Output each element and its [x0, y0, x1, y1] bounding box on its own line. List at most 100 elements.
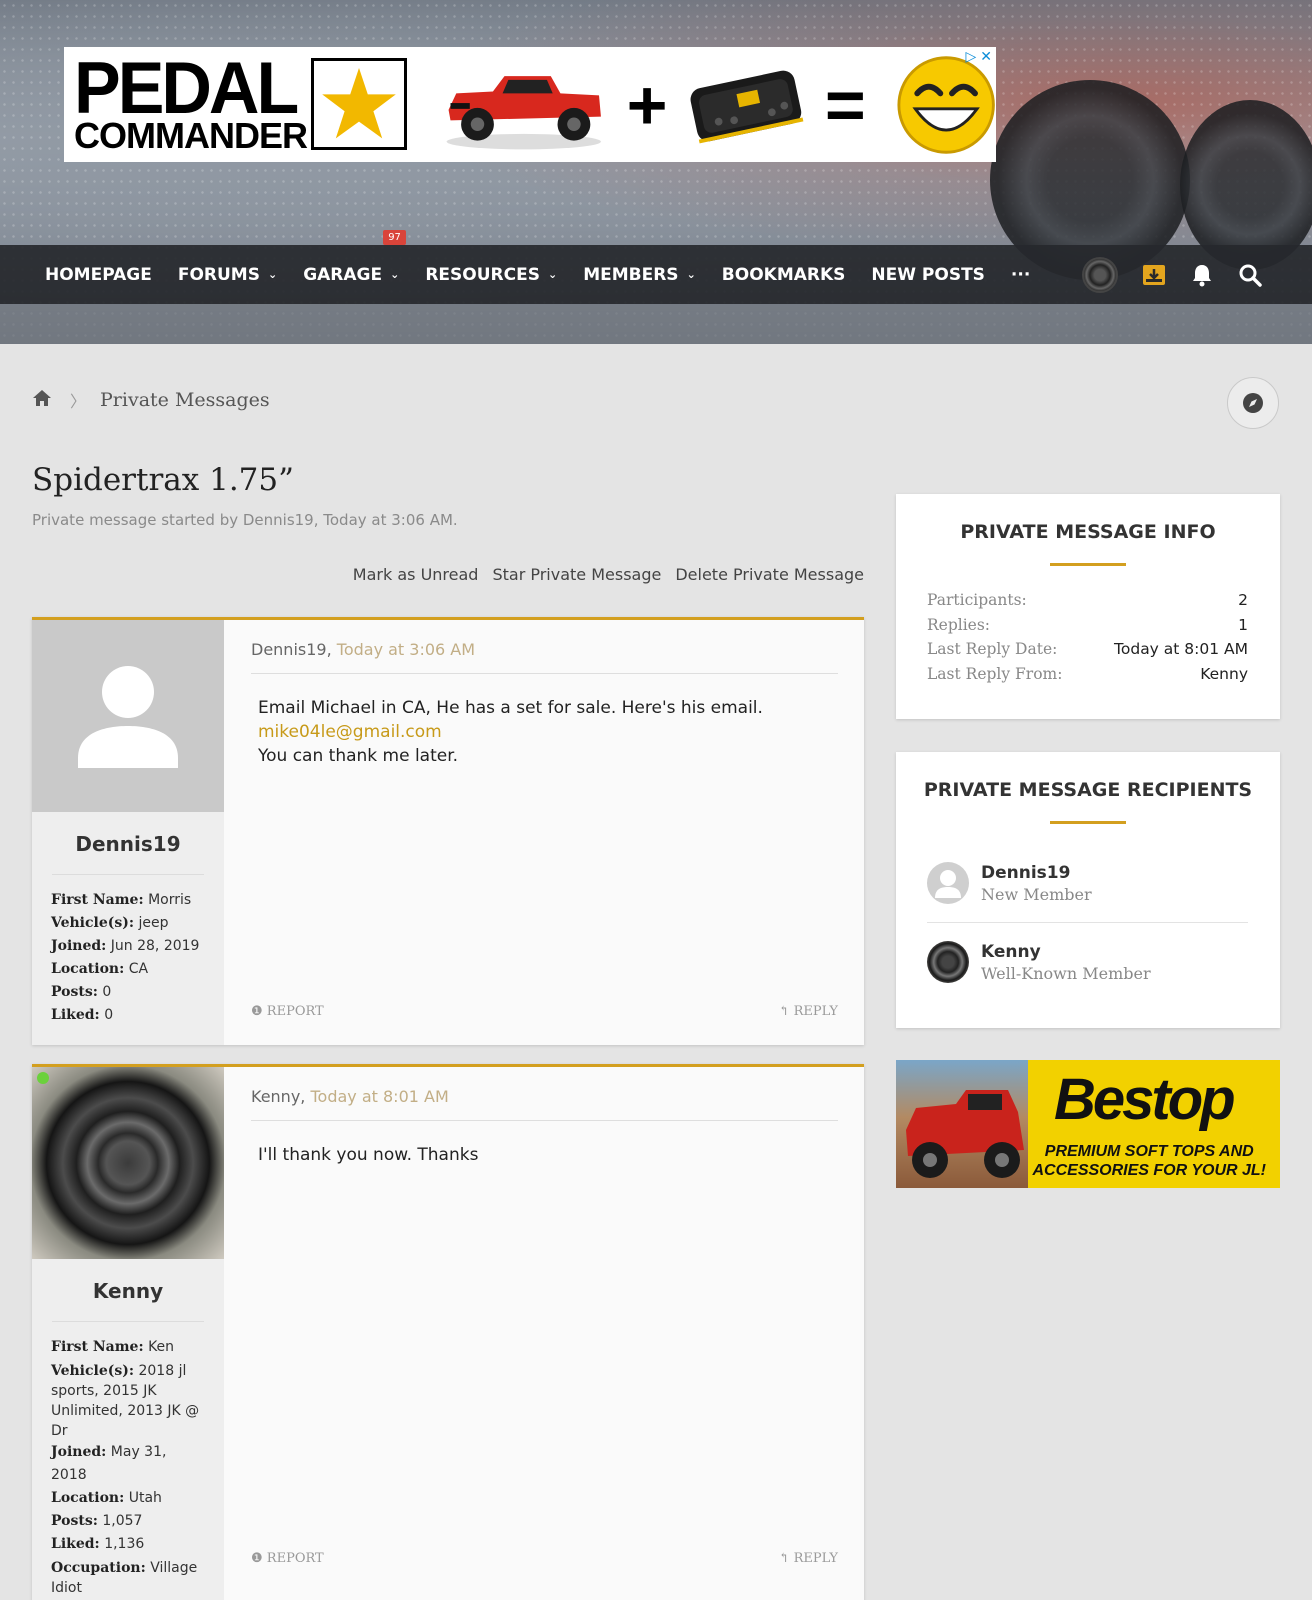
bell-icon[interactable] [1190, 263, 1214, 287]
user-field: Posts: 0 [51, 984, 112, 1000]
pm-recipients-box: PRIVATE MESSAGE RECIPIENTS Dennis19 New … [896, 752, 1280, 1028]
message-post: Dennis19 First Name: Morris Vehicle(s): … [32, 617, 864, 1045]
user-field: Posts: 1,057 [51, 1513, 143, 1529]
recipient-name[interactable]: Dennis19 [981, 863, 1092, 883]
mark-unread-link[interactable]: Mark as Unread [353, 565, 479, 584]
message-user-panel: Kenny First Name: Ken Vehicle(s): 2018 j… [32, 1067, 224, 1600]
recipient-item[interactable]: Kenny Well-Known Member [927, 922, 1248, 1001]
avatar[interactable] [32, 1067, 224, 1259]
online-status-dot [37, 1072, 49, 1084]
message-footer: ❶ REPORT ↰ REPLY [251, 1004, 838, 1019]
ad-brand-line1: PEDAL [74, 46, 299, 129]
page-subtitle: Private message started by Dennis19, Tod… [32, 511, 458, 529]
user-field: Liked: 0 [51, 1007, 114, 1023]
reply-icon: ↰ [778, 1004, 790, 1019]
pedal-device-image [690, 70, 804, 143]
breadcrumb-private-messages[interactable]: Private Messages [100, 389, 270, 411]
meta-author[interactable]: Dennis19 [251, 640, 327, 659]
message-text: I'll thank you now. Thanks [251, 1121, 838, 1167]
pm-info-box: PRIVATE MESSAGE INFO Participants: 2 Repl… [896, 494, 1280, 719]
meta-author[interactable]: Kenny [251, 1087, 300, 1106]
nav-item-new-posts[interactable]: NEW POSTS [871, 265, 985, 285]
report-button[interactable]: ❶ REPORT [251, 1004, 324, 1019]
nav-item-homepage[interactable]: HOMEPAGE [45, 265, 152, 285]
reply-icon: ↰ [778, 1551, 790, 1566]
message-actions: Mark as Unread Star Private Message Dele… [353, 565, 864, 584]
recipient-name[interactable]: Kenny [981, 942, 1151, 962]
ad-equals-sign: = [824, 65, 866, 144]
user-field: Location: Utah [51, 1490, 162, 1506]
chevron-right-icon: 〉 [70, 392, 87, 411]
nav-item-garage[interactable]: GARAGE ⌄ [303, 265, 399, 285]
chevron-down-icon: ⌄ [686, 268, 696, 281]
chevron-down-icon: ⌄ [390, 268, 400, 281]
alert-icon: ❶ [251, 1551, 263, 1566]
user-field: First Name: Morris [51, 892, 192, 908]
star-icon [310, 58, 407, 151]
user-field: Joined: May 31, 2018 [51, 1444, 167, 1483]
alert-icon: ❶ [251, 1004, 263, 1019]
page-title: Spidertrax 1.75” [32, 462, 294, 498]
recipient-role: New Member [981, 884, 1092, 904]
smiley-icon [897, 55, 995, 154]
pm-info-title: PRIVATE MESSAGE INFO [960, 521, 1216, 543]
red-jeep-image [446, 75, 601, 149]
chevron-down-icon: ⌄ [547, 268, 558, 281]
user-field: Vehicle(s): 2018 jl sports, 2015 JK Unli… [51, 1363, 200, 1439]
user-avatar[interactable] [1082, 256, 1118, 293]
message-footer: ❶ REPORT ↰ REPLY [251, 1551, 838, 1566]
avatar[interactable] [927, 862, 969, 904]
default-user-icon [935, 870, 961, 898]
meta-time[interactable]: Today at 8:01 AM [310, 1087, 448, 1106]
nav-item-members[interactable]: MEMBERS ⌄ [583, 265, 696, 285]
breadcrumb: 〉 Private Messages [32, 388, 270, 412]
nav-item-resources[interactable]: RESOURCES ⌄ [425, 265, 557, 285]
home-icon[interactable] [32, 389, 52, 412]
info-row: Last Reply Date: Today at 8:01 AM [927, 640, 1248, 658]
message-username[interactable]: Kenny [52, 1259, 204, 1322]
message-text: Email Michael in CA, He has a set for sa… [251, 674, 838, 768]
pedal-commander-ad[interactable]: PEDAL COMMANDER + = ▷ ✕ [64, 47, 996, 162]
inbox-icon[interactable] [1142, 263, 1166, 287]
ad-choices-badge[interactable]: ▷ ✕ [965, 49, 992, 65]
main-nav: HOMEPAGE FORUMS ⌄ GARAGE ⌄ RESOURCES ⌄ MEMBERS ⌄… [0, 245, 1312, 304]
delete-message-link[interactable]: Delete Private Message [675, 565, 864, 584]
star-message-link[interactable]: Star Private Message [492, 565, 661, 584]
bestop-tagline: PREMIUM SOFT TOPS AND ACCESSORIES FOR YO… [1032, 1143, 1266, 1179]
nav-more-button[interactable]: ··· [1011, 265, 1030, 285]
info-row: Replies: 1 [927, 615, 1248, 634]
user-fields: First Name: Morris Vehicle(s): jeep Join… [32, 875, 224, 1027]
default-user-icon [78, 666, 178, 768]
nav-item-bookmarks[interactable]: BOOKMARKS [722, 265, 846, 285]
pm-info-rows: Participants: 2 Replies: 1 Last Reply Date… [896, 566, 1280, 686]
message-username[interactable]: Dennis19 [52, 812, 204, 875]
bestop-ad[interactable]: Bestop PREMIUM SOFT TOPS AND ACCESSORIES… [896, 1060, 1280, 1188]
compass-icon[interactable] [1227, 377, 1279, 429]
reply-button[interactable]: ↰ REPLY [779, 1551, 838, 1566]
pedal-commander-logo: PEDAL COMMANDER [74, 46, 407, 154]
email-link[interactable]: mike04le@gmail.com [258, 720, 838, 744]
message-meta: Kenny, Today at 8:01 AM [251, 1067, 838, 1121]
message-user-panel: Dennis19 First Name: Morris Vehicle(s): … [32, 620, 224, 1045]
report-button[interactable]: ❶ REPORT [251, 1551, 324, 1566]
recipient-role: Well-Known Member [981, 963, 1151, 983]
user-field: Location: CA [51, 961, 149, 977]
sub-nav-bar [0, 304, 1312, 344]
user-field: Vehicle(s): jeep [51, 915, 169, 931]
ad-close-icon[interactable]: ✕ [980, 49, 992, 65]
title-underline [1050, 821, 1126, 824]
avatar[interactable] [927, 941, 969, 983]
ad-play-icon[interactable]: ▷ [965, 49, 976, 65]
info-row: Last Reply From: Kenny [927, 664, 1248, 683]
user-field: First Name: Ken [51, 1339, 175, 1355]
message-meta: Dennis19, Today at 3:06 AM [251, 620, 838, 674]
avatar[interactable] [32, 620, 224, 812]
nav-item-forums[interactable]: FORUMS ⌄ [178, 265, 277, 285]
message-body: Dennis19, Today at 3:06 AM Email Michael… [224, 620, 864, 1045]
reply-button[interactable]: ↰ REPLY [779, 1004, 838, 1019]
meta-time[interactable]: Today at 3:06 AM [337, 640, 475, 659]
user-fields: First Name: Ken Vehicle(s): 2018 jl spor… [32, 1322, 224, 1598]
recipient-item[interactable]: Dennis19 New Member [927, 844, 1248, 922]
search-icon[interactable] [1238, 263, 1262, 287]
user-field: Occupation: Village Idiot [51, 1560, 198, 1596]
